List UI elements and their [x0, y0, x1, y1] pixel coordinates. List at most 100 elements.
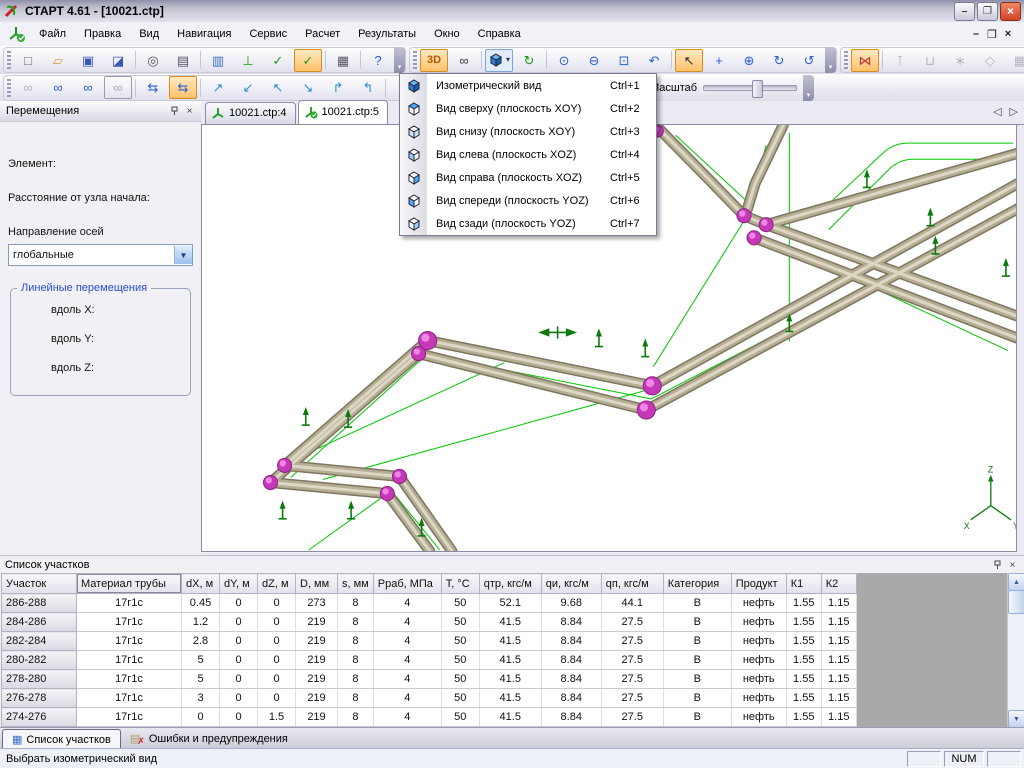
view-menu-item-4[interactable]: Вид слева (плоскость XOZ)Ctrl+4	[400, 143, 656, 166]
glasses-view-button[interactable]: ∞	[44, 76, 72, 99]
stretch-ne-button[interactable]: ↗	[204, 76, 232, 99]
view-menu-item-5[interactable]: Вид справа (плоскость XOZ)Ctrl+5	[400, 166, 656, 189]
close-panel-icon[interactable]: ×	[182, 104, 197, 118]
column-header-К2[interactable]: К2	[821, 574, 856, 594]
view-menu-item-6[interactable]: Вид спереди (плоскость YOZ)Ctrl+6	[400, 189, 656, 212]
supports-display-button[interactable]: ⋈	[851, 49, 879, 72]
zoom-out-button[interactable]: ⊖	[580, 49, 608, 72]
view-cube-button[interactable]: ▾	[485, 49, 513, 72]
zoom-previous-button[interactable]: ↶	[640, 49, 668, 72]
help-pointer-button[interactable]: ?	[364, 49, 392, 72]
restore-button[interactable]: ❐	[977, 2, 998, 21]
open-file-button[interactable]: ▱	[44, 49, 72, 72]
table-row[interactable]: 278-28017г1с500219845041.58.8427.5Внефть…	[2, 670, 857, 689]
pipe-move-2-button[interactable]: ⇆	[169, 76, 197, 99]
menu-item-Навигация[interactable]: Навигация	[168, 25, 240, 43]
toolbar-grip-icon[interactable]	[7, 79, 11, 97]
column-header-T, °C[interactable]: T, °C	[441, 574, 479, 594]
bottom-tab-2[interactable]: ▤✗Ошибки и предупреждения	[121, 728, 297, 749]
print-button[interactable]: ▤	[169, 49, 197, 72]
document-tab-1[interactable]: 10021.ctp:4	[205, 102, 296, 124]
scale-slider[interactable]	[703, 85, 797, 91]
menu-item-Окно[interactable]: Окно	[425, 25, 469, 43]
table-row[interactable]: 280-28217г1с500219845041.58.8427.5Внефть…	[2, 651, 857, 670]
column-header-dZ, м[interactable]: dZ, м	[258, 574, 296, 594]
select-cursor-button[interactable]: ↖	[675, 49, 703, 72]
save-edit-button[interactable]: ◪	[104, 49, 132, 72]
doc-check-run-button[interactable]: ✓	[294, 49, 322, 72]
glasses-query-button[interactable]: ∞	[74, 76, 102, 99]
column-header-qтр, кгс/м[interactable]: qтр, кгс/м	[479, 574, 541, 594]
scroll-down-icon[interactable]: ▼	[1008, 710, 1024, 728]
pin-icon[interactable]	[990, 558, 1005, 572]
table-row[interactable]: 286-28817г1с0.4500273845052.19.6844.1Вне…	[2, 594, 857, 613]
column-header-s, мм[interactable]: s, мм	[338, 574, 374, 594]
zoom-dynamic-button[interactable]: ⊙	[550, 49, 578, 72]
view-menu-item-3[interactable]: Вид снизу (плоскость XOY)Ctrl+3	[400, 120, 656, 143]
glasses-dim-button[interactable]: ∞	[14, 76, 42, 99]
column-header-D, мм[interactable]: D, мм	[296, 574, 338, 594]
chevron-down-icon[interactable]: ▾	[506, 56, 510, 64]
tab-scroll-left-icon[interactable]: ◁	[993, 105, 1001, 118]
document-tab-2[interactable]: 10021.ctp:5	[298, 100, 389, 124]
column-header-Категория[interactable]: Категория	[663, 574, 731, 594]
pin-icon[interactable]	[167, 104, 182, 118]
menu-item-Сервис[interactable]: Сервис	[240, 25, 296, 43]
orbit-view-button[interactable]: ↺	[795, 49, 823, 72]
table-row[interactable]: 284-28617г1с1.200219845041.58.8427.5Внеф…	[2, 613, 857, 632]
table-row[interactable]: 282-28417г1с2.800219845041.58.8427.5Внеф…	[2, 632, 857, 651]
toolbar-overflow-icon[interactable]: ▾	[825, 47, 836, 73]
rotate-axis-ccw-button[interactable]: ↰	[354, 76, 382, 99]
pan-view-button[interactable]: +	[705, 49, 733, 72]
column-header-qи, кгс/м[interactable]: qи, кгс/м	[541, 574, 601, 594]
menu-item-Результаты[interactable]: Результаты	[349, 25, 425, 43]
bottom-tab-1[interactable]: ▦Список участков	[2, 729, 121, 749]
print-preview-button[interactable]: ◎	[139, 49, 167, 72]
table-row[interactable]: 274-27617г1с001.5219845041.58.8427.5Внеф…	[2, 708, 857, 727]
column-header-dX, м[interactable]: dX, м	[182, 574, 220, 594]
rotate-axis-cw-button[interactable]: ↱	[324, 76, 352, 99]
menu-item-Вид[interactable]: Вид	[130, 25, 168, 43]
3d-view-button[interactable]: 3D	[420, 49, 448, 72]
close-panel-icon[interactable]: ×	[1005, 558, 1020, 572]
mdi-minimize-icon[interactable]: –	[968, 28, 984, 40]
column-header-Продукт[interactable]: Продукт	[731, 574, 786, 594]
column-header-Материал трубы[interactable]: Материал трубы	[77, 574, 182, 594]
menu-item-Расчет[interactable]: Расчет	[296, 25, 349, 43]
model-axes-button[interactable]: ⊥	[234, 49, 262, 72]
zoom-in-button[interactable]: ⊕	[735, 49, 763, 72]
column-header-К1[interactable]: К1	[786, 574, 821, 594]
view-menu-item-2[interactable]: Вид сверху (плоскость XOY)Ctrl+2	[400, 97, 656, 120]
calculator-button[interactable]: ▦	[329, 49, 357, 72]
toolbar-grip-icon[interactable]	[844, 51, 848, 69]
table-row[interactable]: 276-27817г1с300219845041.58.8427.5Внефть…	[2, 689, 857, 708]
scroll-up-icon[interactable]: ▲	[1008, 573, 1024, 591]
shrink-se-button[interactable]: ↘	[294, 76, 322, 99]
doc-check-button[interactable]: ✓	[264, 49, 292, 72]
rotate-view-button[interactable]: ↻	[765, 49, 793, 72]
column-header-dY, м[interactable]: dY, м	[220, 574, 258, 594]
toolbar-grip-icon[interactable]	[413, 51, 417, 69]
load-flask-button[interactable]: ◇	[976, 49, 1004, 72]
toolbar-overflow-icon[interactable]: ▾	[803, 75, 814, 101]
close-button[interactable]: ×	[1000, 2, 1021, 21]
mdi-close-icon[interactable]: ×	[1000, 28, 1016, 40]
find-binoculars-button[interactable]: ∞	[450, 49, 478, 72]
load-thermometer-button[interactable]: ⊺	[886, 49, 914, 72]
menu-item-Правка[interactable]: Правка	[75, 25, 130, 43]
window-columns-button[interactable]: ▥	[204, 49, 232, 72]
column-header-qп, кгс/м[interactable]: qп, кгс/м	[601, 574, 663, 594]
column-header-Участок[interactable]: Участок	[2, 574, 77, 594]
minimize-button[interactable]: –	[954, 2, 975, 21]
refresh-button[interactable]: ↻	[515, 49, 543, 72]
table-scrollbar[interactable]: ▲ ▼	[1007, 573, 1024, 728]
load-snowflake-button[interactable]: ∗	[946, 49, 974, 72]
shrink-nw-button[interactable]: ↖	[264, 76, 292, 99]
pipe-move-button[interactable]: ⇆	[139, 76, 167, 99]
scale-slider-thumb[interactable]	[752, 80, 763, 98]
toolbar-overflow-icon[interactable]: ▾	[394, 47, 405, 73]
load-weight-button[interactable]: ⊔	[916, 49, 944, 72]
stretch-sw-button[interactable]: ↙	[234, 76, 262, 99]
glasses-ghost-button[interactable]: ∞	[104, 76, 132, 99]
menu-item-Файл[interactable]: Файл	[30, 25, 75, 43]
